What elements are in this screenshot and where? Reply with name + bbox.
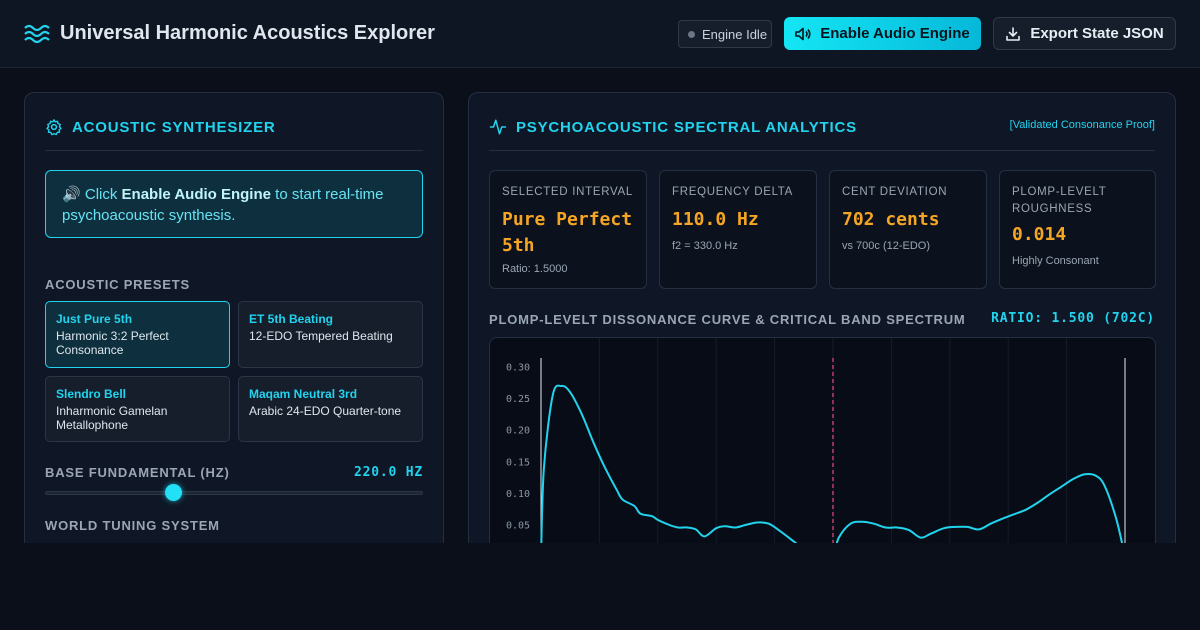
info-text-bold: Enable Audio Engine bbox=[121, 186, 271, 203]
base-fundamental-slider-thumb[interactable] bbox=[165, 484, 183, 501]
audio-engine-info-box: 🔊 Click Enable Audio Engine to start rea… bbox=[45, 170, 423, 238]
metric-cent-deviation: CENT DEVIATION 702 cents vs 700c (12-EDO… bbox=[829, 170, 987, 289]
metric-selected-interval: SELECTED INTERVAL Pure Perfect 5th Ratio… bbox=[489, 170, 647, 289]
divider bbox=[45, 150, 423, 151]
dissonance-curve-chart-label: PLOMP-LEVELT DISSONANCE CURVE & CRITICAL… bbox=[489, 312, 966, 327]
metric-label: SELECTED INTERVAL bbox=[502, 186, 633, 198]
synth-panel-title: ACOUSTIC SYNTHESIZER bbox=[72, 118, 276, 136]
metric-plomp-levelt-roughness: PLOMP-LEVELT ROUGHNESS 0.014 Highly Cons… bbox=[999, 170, 1156, 289]
page-background bbox=[0, 543, 1200, 630]
y-tick-label: 0.15 bbox=[506, 457, 530, 468]
status-dot-icon bbox=[688, 30, 695, 38]
metric-value: 702 cents bbox=[842, 209, 940, 230]
preset-just-pure-5th[interactable]: Just Pure 5th Harmonic 3:2 Perfect Conso… bbox=[45, 301, 230, 368]
preset-name: ET 5th Beating bbox=[249, 312, 334, 326]
analytics-panel-header: PSYCHOACOUSTIC SPECTRAL ANALYTICS bbox=[489, 115, 857, 139]
sound-wave-logo-icon bbox=[24, 24, 50, 44]
metric-sub: Highly Consonant bbox=[1012, 255, 1099, 267]
gear-icon bbox=[46, 119, 62, 136]
base-fundamental-value: 220.0 HZ bbox=[353, 465, 423, 480]
synth-panel-header: ACOUSTIC SYNTHESIZER bbox=[45, 115, 276, 139]
preset-name: Just Pure 5th bbox=[56, 312, 133, 326]
info-text-pre: Click bbox=[84, 186, 118, 203]
export-state-json-button[interactable]: Export State JSON bbox=[993, 17, 1176, 50]
metric-value: 110.0 Hz bbox=[672, 209, 759, 230]
preset-maqam-neutral-3rd[interactable]: Maqam Neutral 3rd Arabic 24-EDO Quarter-… bbox=[238, 376, 423, 442]
preset-description: 12-EDO Tempered Beating bbox=[249, 329, 393, 343]
metric-value: Pure Perfect 5th bbox=[502, 209, 633, 256]
y-tick-label: 0.05 bbox=[506, 521, 530, 532]
preset-name: Maqam Neutral 3rd bbox=[249, 387, 358, 401]
speaker-icon bbox=[795, 27, 811, 40]
y-tick-label: 0.25 bbox=[506, 394, 530, 405]
metric-label: PLOMP-LEVELT ROUGHNESS bbox=[1012, 186, 1107, 215]
analytics-panel-title: PSYCHOACOUSTIC SPECTRAL ANALYTICS bbox=[516, 118, 857, 136]
enable-audio-engine-button[interactable]: Enable Audio Engine bbox=[784, 17, 981, 50]
enable-audio-engine-label: Enable Audio Engine bbox=[820, 25, 970, 42]
y-tick-label: 0.10 bbox=[506, 489, 530, 500]
world-tuning-system-label: WORLD TUNING SYSTEM bbox=[45, 518, 220, 533]
preset-et-5th-beating[interactable]: ET 5th Beating 12-EDO Tempered Beating bbox=[238, 301, 423, 368]
metric-sub: f2 = 330.0 Hz bbox=[672, 240, 738, 252]
metric-label: CENT DEVIATION bbox=[842, 186, 948, 198]
divider bbox=[489, 150, 1155, 151]
y-tick-label: 0.20 bbox=[506, 426, 530, 437]
export-state-json-label: Export State JSON bbox=[1030, 25, 1164, 42]
metric-label: FREQUENCY DELTA bbox=[672, 186, 794, 198]
activity-pulse-icon bbox=[489, 119, 507, 135]
metric-value: 0.014 bbox=[1012, 224, 1067, 245]
download-icon bbox=[1006, 26, 1021, 41]
speaker-emoji-icon: 🔊 bbox=[62, 186, 81, 203]
app-header: Universal Harmonic Acoustics Explorer En… bbox=[0, 0, 1200, 68]
preset-description: Harmonic 3:2 Perfect Consonance bbox=[56, 329, 169, 357]
app-title: Universal Harmonic Acoustics Explorer bbox=[60, 22, 435, 44]
validated-consonance-proof-link[interactable]: [Validated Consonance Proof] bbox=[1010, 119, 1155, 131]
preset-description: Inharmonic Gamelan Metallophone bbox=[56, 404, 168, 432]
base-fundamental-label: BASE FUNDAMENTAL (HZ) bbox=[45, 465, 230, 480]
engine-status-text: Engine Idle bbox=[702, 26, 768, 42]
metric-sub: Ratio: 1.5000 bbox=[502, 263, 568, 275]
preset-slendro-bell[interactable]: Slendro Bell Inharmonic Gamelan Metallop… bbox=[45, 376, 230, 442]
y-tick-label: 0.30 bbox=[506, 363, 530, 374]
base-fundamental-slider-track[interactable] bbox=[45, 491, 423, 495]
metric-sub: vs 700c (12-EDO) bbox=[842, 240, 931, 252]
acoustic-presets-label: ACOUSTIC PRESETS bbox=[45, 277, 190, 292]
metric-frequency-delta: FREQUENCY DELTA 110.0 Hz f2 = 330.0 Hz bbox=[659, 170, 817, 289]
preset-name: Slendro Bell bbox=[56, 387, 127, 401]
preset-description: Arabic 24-EDO Quarter-tone bbox=[249, 404, 402, 418]
engine-status-badge: Engine Idle bbox=[678, 20, 772, 48]
dissonance-curve-ratio: RATIO: 1.500 (702C) bbox=[991, 311, 1155, 326]
